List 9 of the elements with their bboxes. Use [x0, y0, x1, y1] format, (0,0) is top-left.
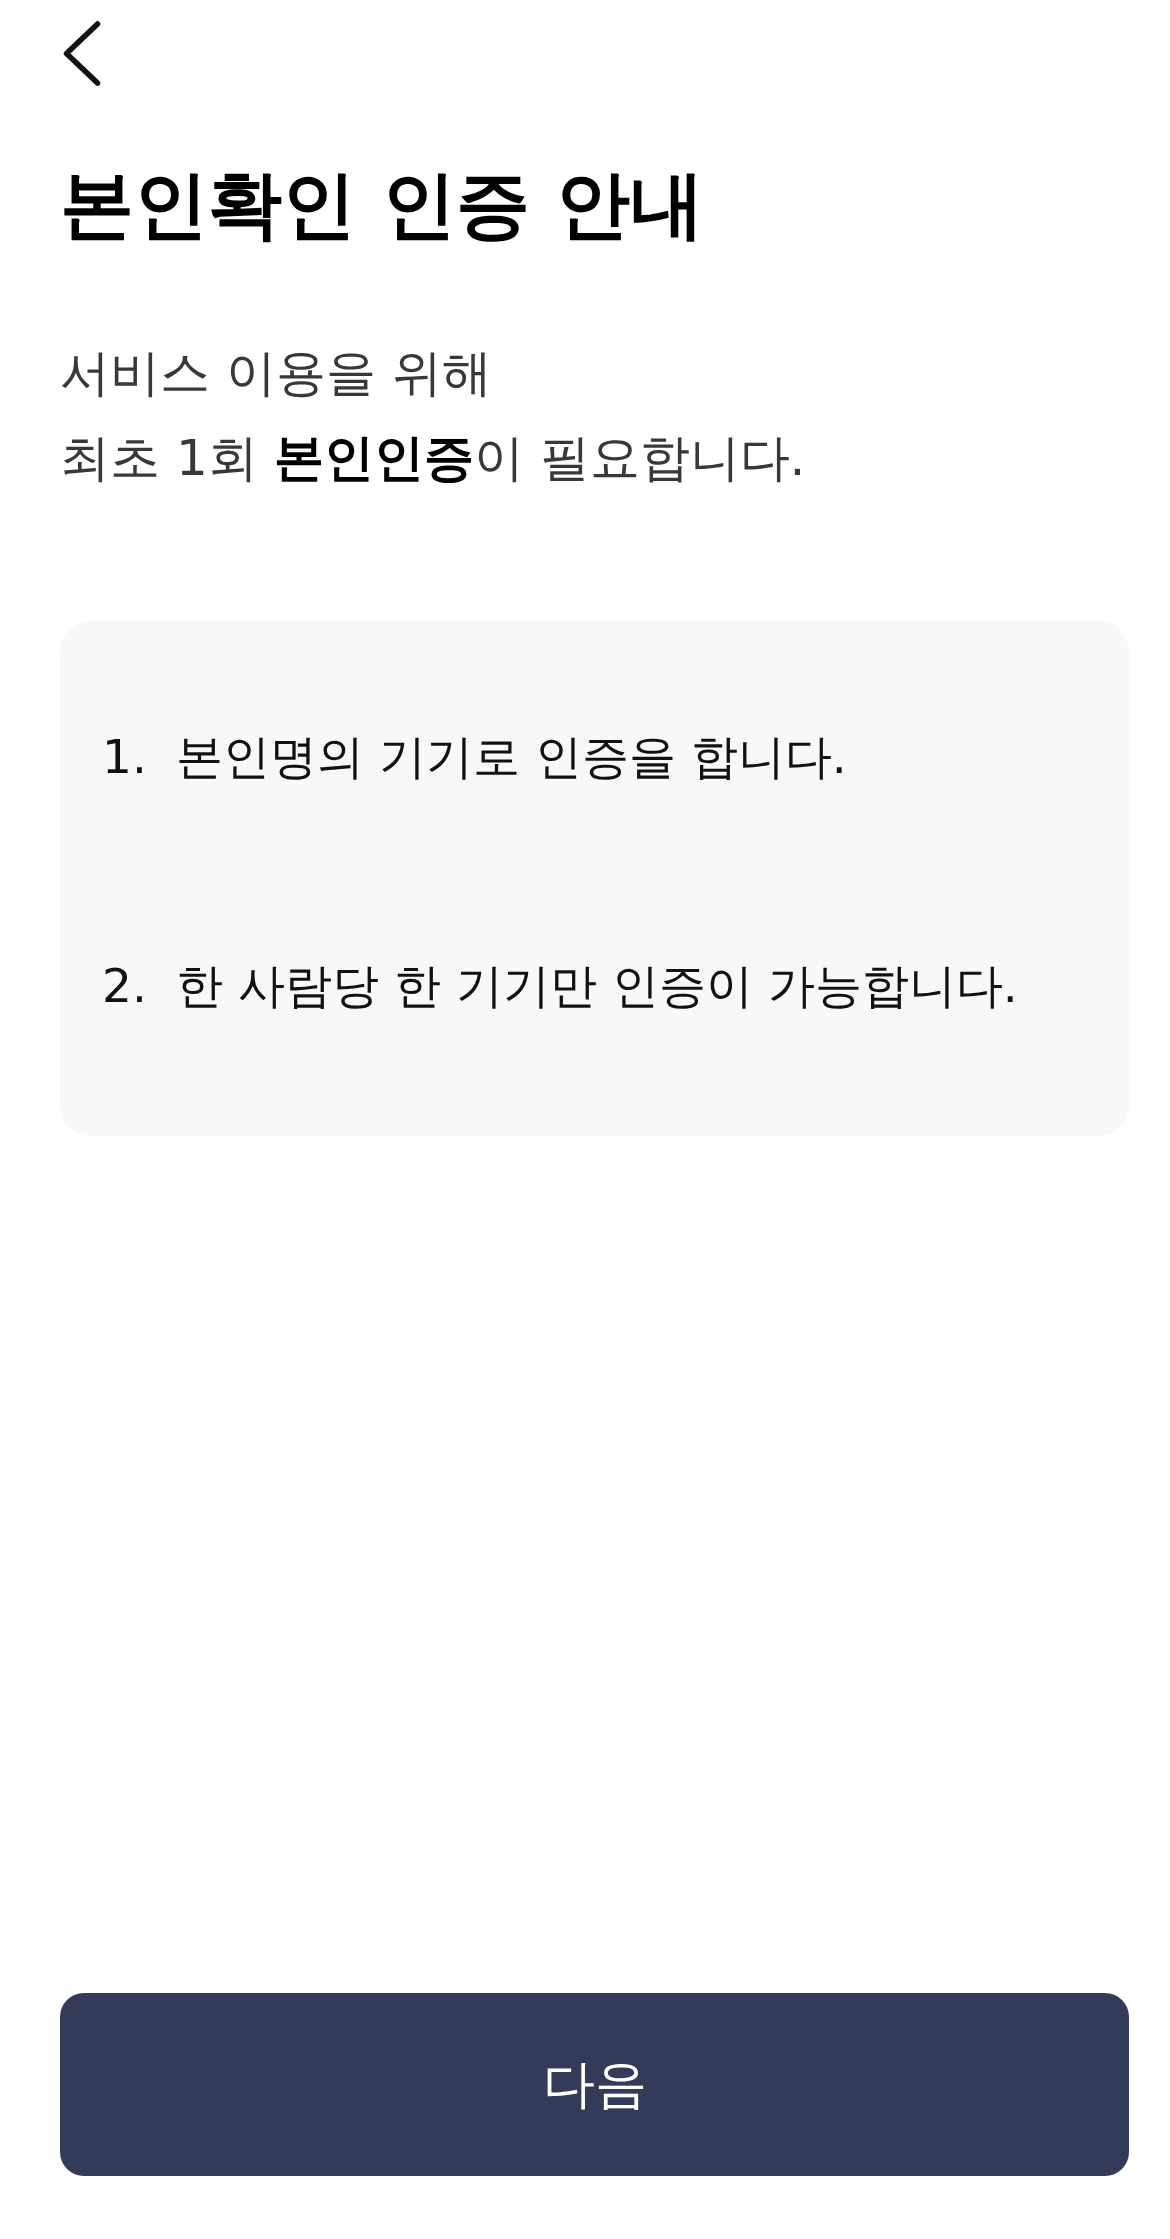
page-title: 본인확인 인증 안내: [60, 160, 704, 249]
next-button[interactable]: 다음: [60, 1993, 1129, 2176]
intro-text: 서비스 이용을 위해 최초 1회 본인인증이 필요합니다.: [60, 343, 806, 489]
notice-text: 한 사람당 한 기기만 인증이 가능합니다.: [176, 957, 1018, 1015]
list-number: 1.: [102, 728, 148, 786]
back-button[interactable]: [63, 21, 101, 86]
notice-text: 본인명의 기기로 인증을 합니다.: [176, 728, 847, 786]
back-chevron-icon: [63, 21, 101, 86]
list-number: 2.: [102, 957, 148, 1015]
